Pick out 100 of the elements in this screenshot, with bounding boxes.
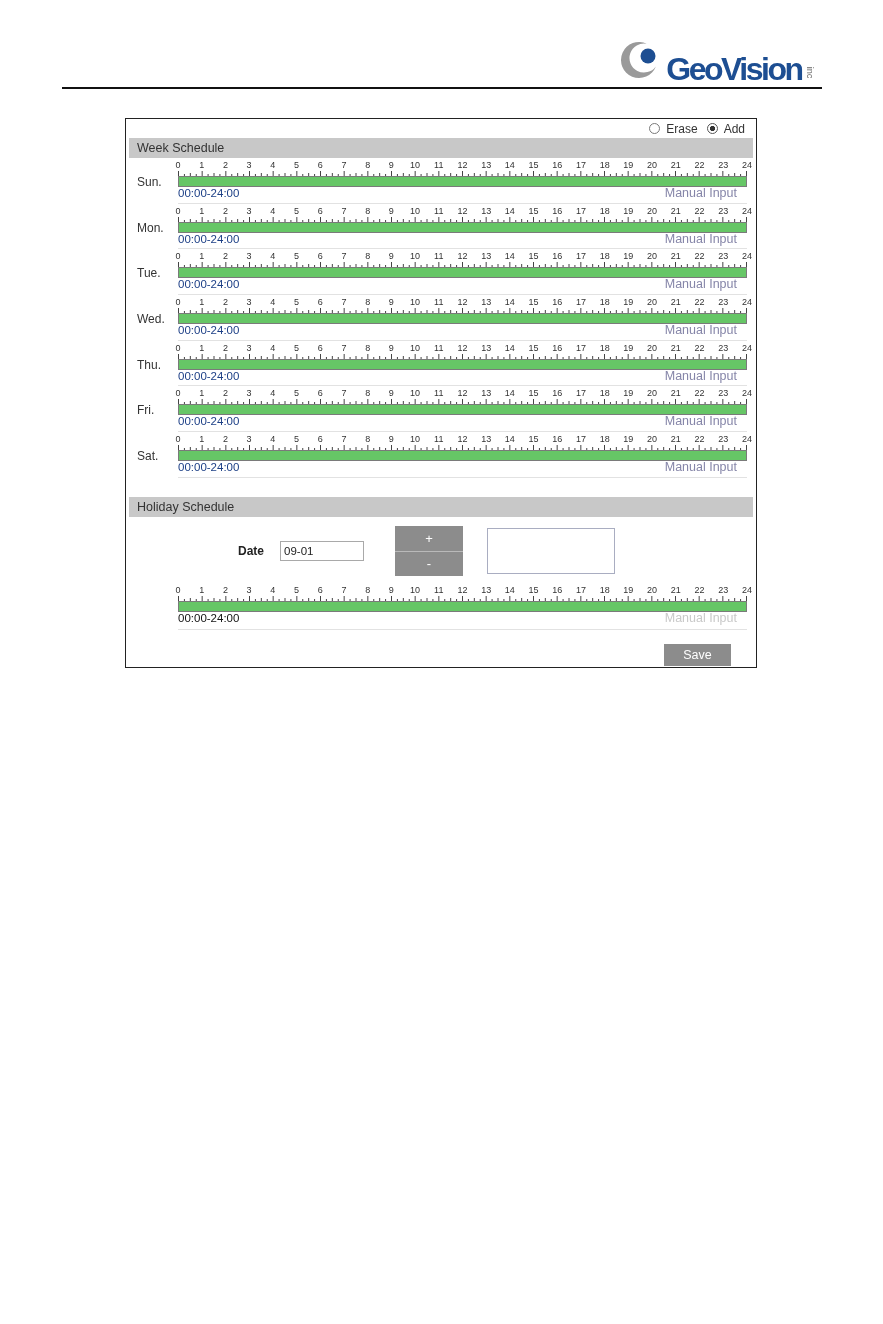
hour-label: 19 — [623, 342, 634, 353]
hour-label: 7 — [341, 434, 347, 445]
hour-label: 7 — [341, 388, 347, 399]
hour-label: 6 — [317, 342, 323, 353]
hour-label: 2 — [222, 160, 228, 170]
holiday-list-field[interactable] — [487, 527, 615, 574]
hour-label: 23 — [718, 584, 729, 595]
hour-label: 7 — [341, 251, 347, 262]
schedule-bar[interactable] — [178, 600, 747, 612]
hour-label: 11 — [434, 251, 444, 262]
hour-label: 12 — [457, 297, 468, 308]
hour-label: 4 — [270, 342, 276, 353]
day-label: Tue. — [137, 266, 161, 281]
hour-label: 12 — [457, 584, 468, 595]
hour-label: 17 — [575, 251, 586, 262]
manual-input-link[interactable]: Manual Input — [664, 277, 737, 292]
minus-button[interactable]: - — [395, 550, 463, 576]
hour-label: 4 — [270, 160, 276, 170]
hour-label: 9 — [388, 205, 394, 216]
hour-label: 4 — [270, 434, 276, 445]
hour-label: 14 — [504, 434, 515, 445]
hour-label: 23 — [718, 160, 729, 170]
manual-input-link[interactable]: Manual Input — [664, 186, 737, 200]
hour-label: 18 — [599, 434, 610, 445]
hour-label: 2 — [222, 342, 228, 353]
hour-label: 1 — [199, 160, 205, 170]
save-button[interactable]: Save — [664, 643, 731, 666]
hour-label: 17 — [575, 388, 586, 399]
radio-option[interactable]: Add — [706, 121, 745, 136]
hour-label: 11 — [434, 297, 444, 308]
date-field[interactable]: 09-01 — [280, 540, 364, 561]
hour-label: 13 — [481, 388, 492, 399]
section-header: Week Schedule — [129, 138, 753, 158]
hour-label: 11 — [434, 342, 444, 353]
hour-label: 12 — [457, 342, 468, 353]
schedule-bar[interactable] — [178, 313, 747, 325]
hour-label: 22 — [694, 251, 705, 262]
hour-label: 2 — [222, 205, 228, 216]
schedule-bar[interactable] — [178, 450, 747, 462]
hour-label: 22 — [694, 584, 705, 595]
hour-label: 21 — [670, 584, 681, 595]
schedule-bar[interactable] — [178, 267, 747, 279]
radio-option[interactable]: Erase — [649, 121, 698, 136]
date-label: Date — [238, 543, 264, 558]
hour-label: 15 — [528, 434, 539, 445]
hour-label: 8 — [365, 251, 371, 262]
hour-label: 16 — [552, 342, 563, 353]
hour-label: 10 — [410, 160, 421, 170]
schedule-bar[interactable] — [178, 358, 747, 370]
day-label: Thu. — [137, 357, 161, 372]
hour-label: 12 — [457, 251, 468, 262]
hour-label: 15 — [528, 388, 539, 399]
hour-label: 7 — [341, 342, 347, 353]
hour-label: 21 — [670, 251, 681, 262]
hour-label: 16 — [552, 388, 563, 399]
hour-label: 9 — [388, 584, 394, 595]
manual-input-link[interactable]: Manual Input — [664, 231, 737, 246]
hour-label: 19 — [623, 434, 634, 445]
hour-label: 22 — [694, 160, 705, 170]
hour-label: 20 — [647, 388, 658, 399]
time-range-text: 00:00-24:00 — [178, 415, 240, 428]
schedule-bar[interactable] — [178, 404, 747, 416]
day-label: Mon. — [137, 220, 164, 235]
hour-label: 20 — [647, 251, 658, 262]
manual-input-link[interactable]: Manual Input — [664, 414, 737, 429]
manual-input-link[interactable]: Manual Input — [664, 323, 737, 338]
logo-mark-icon — [621, 40, 658, 80]
hour-label: 24 — [741, 342, 752, 353]
hour-label: 18 — [599, 251, 610, 262]
hour-label: 15 — [528, 205, 539, 216]
time-range-text: 00:00-24:00 — [178, 461, 240, 474]
manual-input-link[interactable]: Manual Input — [664, 460, 737, 475]
hour-label: 22 — [694, 297, 705, 308]
schedule-bar[interactable] — [178, 221, 747, 233]
hour-label: 16 — [552, 584, 563, 595]
hour-label: 22 — [694, 342, 705, 353]
hour-label: 19 — [623, 297, 634, 308]
hour-label: 3 — [246, 297, 252, 308]
hour-label: 13 — [481, 297, 492, 308]
hour-label: 0 — [175, 205, 181, 216]
time-range-text: 00:00-24:00 — [178, 611, 240, 624]
hour-label: 2 — [222, 251, 228, 262]
hour-label: 9 — [388, 160, 394, 170]
manual-input-link[interactable]: Manual Input — [664, 368, 737, 383]
hour-label: 10 — [410, 434, 421, 445]
hour-label: 13 — [481, 584, 492, 595]
hour-label: 3 — [246, 434, 252, 445]
hour-label: 14 — [504, 205, 515, 216]
hour-label: 13 — [481, 251, 492, 262]
hour-label: 0 — [175, 297, 181, 308]
hour-label: 12 — [457, 160, 468, 170]
hour-label: 8 — [365, 297, 371, 308]
hour-label: 12 — [457, 388, 468, 399]
hour-label: 15 — [528, 160, 539, 170]
hour-label: 1 — [199, 584, 205, 595]
plus-button[interactable]: + — [395, 525, 463, 551]
hour-label: 14 — [504, 297, 515, 308]
hour-label: 3 — [246, 205, 252, 216]
hour-label: 14 — [504, 584, 515, 595]
hour-label: 21 — [670, 205, 681, 216]
